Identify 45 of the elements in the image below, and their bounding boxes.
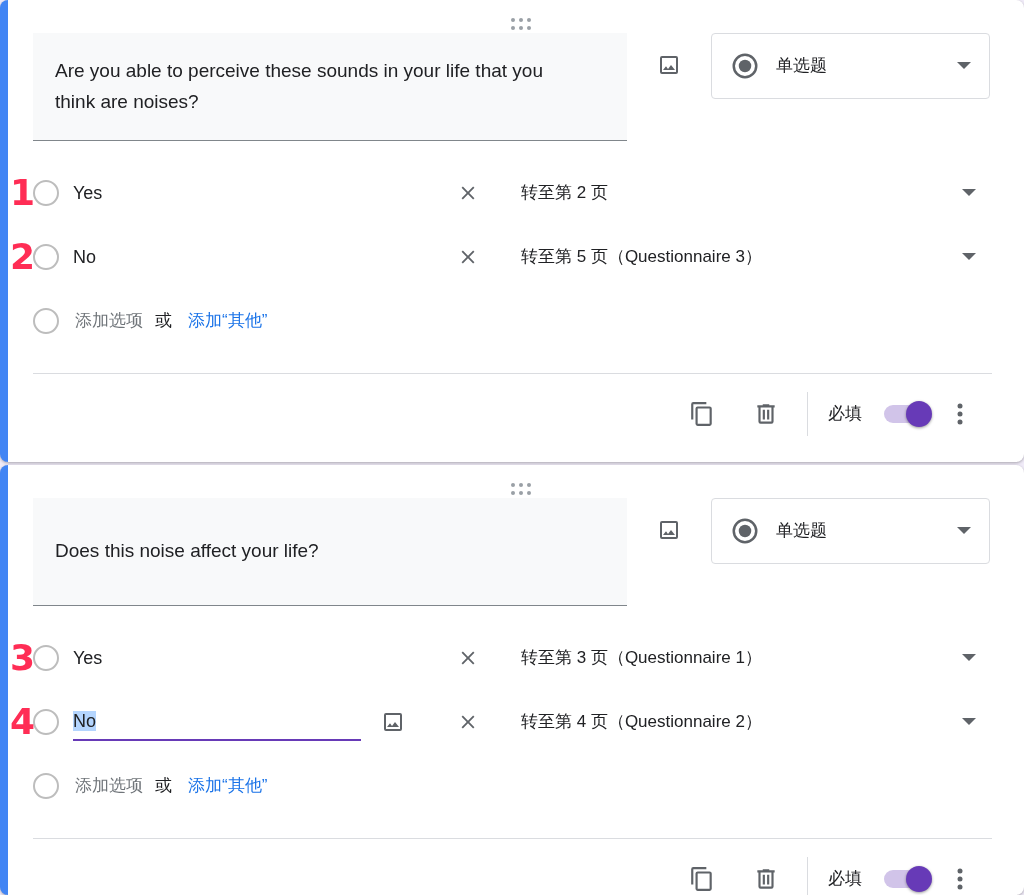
add-other-link[interactable]: 添加“其他” (188, 773, 268, 799)
annotation-number: 2 (10, 239, 36, 275)
add-image-button[interactable] (657, 53, 681, 77)
add-image-button[interactable] (657, 518, 681, 542)
question-type-dropdown[interactable]: 单选题 (711, 33, 990, 99)
caret-icon (962, 189, 976, 197)
caret-icon (957, 527, 971, 535)
caret-icon (962, 253, 976, 261)
question-field[interactable]: Does this noise affect your life? (33, 498, 627, 606)
option-field[interactable]: Yes (73, 640, 361, 676)
radio-button[interactable] (33, 645, 59, 671)
go-to-page-dropdown[interactable]: 转至第 3 页（Questionnaire 1） (521, 645, 976, 671)
go-to-page-dropdown[interactable]: 转至第 5 页（Questionnaire 3） (521, 244, 976, 270)
option-field[interactable]: Yes (73, 175, 361, 211)
radio-button[interactable] (33, 180, 59, 206)
go-to-page-dropdown[interactable]: 转至第 2 页 (521, 180, 976, 206)
duplicate-button[interactable] (689, 865, 715, 893)
duplicate-button[interactable] (689, 400, 715, 428)
add-option-link[interactable]: 添加选项 (75, 773, 143, 799)
add-other-link[interactable]: 添加“其他” (188, 308, 268, 334)
radio-button[interactable] (33, 709, 59, 735)
drag-handle-icon[interactable] (510, 482, 532, 497)
or-text: 或 (155, 310, 172, 333)
go-to-page-dropdown[interactable]: 转至第 4 页（Questionnaire 2） (521, 709, 976, 735)
add-option-link[interactable]: 添加选项 (75, 308, 143, 334)
more-options-button[interactable] (956, 867, 964, 891)
option-field[interactable]: No (73, 239, 361, 275)
annotation-number: 3 (10, 640, 36, 676)
required-label: 必填 (828, 868, 862, 891)
radio-button-icon (730, 516, 760, 546)
option-field[interactable]: No (73, 703, 361, 741)
more-options-button[interactable] (956, 402, 964, 426)
drag-handle-icon[interactable] (510, 17, 532, 32)
or-text: 或 (155, 775, 172, 798)
caret-icon (962, 718, 976, 726)
question-type-dropdown[interactable]: 单选题 (711, 498, 990, 564)
required-label: 必填 (828, 403, 862, 426)
radio-button-icon (730, 51, 760, 81)
radio-button[interactable] (33, 244, 59, 270)
add-image-button[interactable] (381, 710, 405, 734)
annotation-number: 4 (10, 704, 36, 740)
question-field[interactable]: Are you able to perceive these sounds in your life that you think are noises? (33, 33, 627, 141)
caret-icon (957, 62, 971, 70)
caret-icon (962, 654, 976, 662)
annotation-number: 1 (10, 175, 36, 211)
